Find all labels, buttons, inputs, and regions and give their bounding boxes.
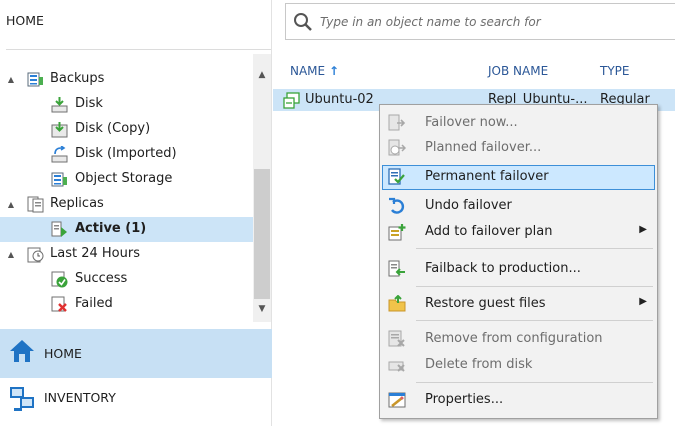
tree-item-active-replicas[interactable]: Active (1) (0, 217, 253, 242)
home-icon (10, 340, 34, 362)
disk-copy-icon (51, 122, 68, 138)
pane-header-title: HOME (6, 13, 44, 28)
menu-separator (416, 320, 653, 321)
menu-item-label: Permanent failover (425, 169, 549, 184)
tree-item-last-24-hours[interactable]: ▲ Last 24 Hours (0, 242, 253, 267)
submenu-arrow-icon: ▶ (639, 224, 647, 235)
menu-item-properties[interactable]: Properties... (382, 388, 655, 413)
menu-item-label: Planned failover... (425, 140, 542, 155)
search-box[interactable] (285, 3, 675, 40)
tree-item-label: Success (75, 271, 128, 286)
restore-guest-files-icon (388, 295, 406, 312)
last-24-hours-icon (27, 247, 44, 263)
tree-item-label: Last 24 Hours (50, 246, 140, 261)
tree-item-label: Disk (Imported) (75, 146, 177, 161)
menu-item-label: Failover now... (425, 115, 518, 130)
inventory-tree: ▲ Backups Disk Disk (Copy) Disk (Importe… (0, 54, 253, 322)
tree-item-label: Failed (75, 296, 113, 311)
failed-icon (51, 296, 67, 312)
menu-item-label: Delete from disk (425, 357, 533, 372)
tree-item-label: Backups (50, 71, 105, 86)
add-to-failover-plan-icon (388, 224, 406, 241)
tree-item-disk-imported[interactable]: Disk (Imported) (0, 142, 253, 167)
object-storage-icon (51, 172, 67, 187)
sort-ascending-icon: ↑ (328, 64, 340, 78)
tree-item-label: Object Storage (75, 171, 173, 186)
undo-failover-icon (389, 197, 405, 214)
column-header-type[interactable]: TYPE (600, 64, 629, 78)
success-icon (51, 271, 68, 288)
tree-item-disk[interactable]: Disk (0, 92, 253, 117)
nav-inventory-button[interactable]: INVENTORY (0, 380, 272, 426)
search-icon (294, 13, 312, 31)
menu-item-failback-to-production[interactable]: Failback to production... (382, 257, 655, 282)
tree-item-label: Active (1) (75, 221, 147, 236)
backups-icon (27, 72, 43, 87)
search-input[interactable] (320, 11, 660, 33)
menu-item-permanent-failover[interactable]: Permanent failover (382, 165, 655, 190)
planned-failover-icon (388, 139, 406, 156)
expand-collapse-icon[interactable]: ▲ (6, 250, 16, 260)
menu-item-label: Undo failover (425, 198, 512, 213)
properties-icon (388, 392, 406, 408)
menu-item-label: Failback to production... (425, 261, 581, 276)
header-divider (6, 49, 271, 50)
scroll-thumb[interactable] (254, 169, 270, 299)
column-header-job-name[interactable]: JOB NAME (488, 64, 548, 78)
active-replica-icon (51, 221, 67, 237)
expand-collapse-icon[interactable]: ▲ (6, 75, 16, 85)
scroll-up-arrow-icon[interactable]: ▲ (253, 66, 271, 84)
partial-tree-row (48, 54, 108, 61)
menu-separator (416, 286, 653, 287)
tree-item-backups[interactable]: ▲ Backups (0, 67, 253, 92)
menu-item-label: Restore guest files (425, 296, 546, 311)
tree-item-disk-copy[interactable]: Disk (Copy) (0, 117, 253, 142)
tree-scrollbar[interactable]: ▲ ▼ (253, 54, 271, 322)
menu-item-label: Properties... (425, 392, 504, 407)
menu-item-remove-from-configuration[interactable]: Remove from configuration (382, 327, 655, 352)
menu-item-add-to-failover-plan[interactable]: Add to failover plan ▶ (382, 220, 655, 245)
cell-name: Ubuntu-02 (305, 92, 374, 107)
nav-home-button[interactable]: HOME (0, 329, 272, 378)
tree-item-success[interactable]: Success (0, 267, 253, 292)
column-header-label: NAME (290, 64, 326, 78)
tree-item-failed[interactable]: Failed (0, 292, 253, 317)
menu-separator (416, 248, 653, 249)
tree-item-object-storage[interactable]: Object Storage (0, 167, 253, 192)
navigation-pane: HOME ▲ Backups Disk Disk (Copy) Disk (Im… (0, 0, 272, 426)
submenu-arrow-icon: ▶ (639, 296, 647, 307)
tree-item-label: Disk (Copy) (75, 121, 151, 136)
nav-home-label: HOME (44, 346, 82, 361)
disk-backup-icon (51, 97, 68, 113)
expand-collapse-icon[interactable]: ▲ (6, 200, 16, 210)
menu-item-label: Add to failover plan (425, 224, 553, 239)
menu-separator (416, 382, 653, 383)
nav-inventory-label: INVENTORY (44, 390, 116, 405)
scroll-down-arrow-icon[interactable]: ▼ (253, 300, 271, 318)
replicas-icon (27, 196, 44, 213)
tree-item-replicas[interactable]: ▲ Replicas (0, 192, 253, 217)
menu-item-undo-failover[interactable]: Undo failover (382, 194, 655, 219)
context-menu: Failover now... Planned failover... Perm… (379, 104, 658, 419)
remove-from-configuration-icon (388, 330, 405, 347)
disk-imported-icon (51, 146, 68, 163)
failover-now-icon (388, 114, 406, 131)
menu-item-delete-from-disk[interactable]: Delete from disk (382, 353, 655, 378)
tree-item-label: Disk (75, 96, 103, 111)
menu-item-failover-now[interactable]: Failover now... (382, 111, 655, 136)
menu-item-planned-failover[interactable]: Planned failover... (382, 136, 655, 161)
tree-item-label: Replicas (50, 196, 104, 211)
failback-icon (388, 260, 405, 277)
menu-item-label: Remove from configuration (425, 331, 603, 346)
permanent-failover-icon (388, 168, 405, 185)
vm-replica-icon (283, 92, 300, 109)
inventory-icon (10, 387, 34, 411)
menu-item-restore-guest-files[interactable]: Restore guest files ▶ (382, 292, 655, 317)
delete-from-disk-icon (388, 361, 405, 372)
column-header-name[interactable]: NAME ↑ (290, 64, 339, 78)
